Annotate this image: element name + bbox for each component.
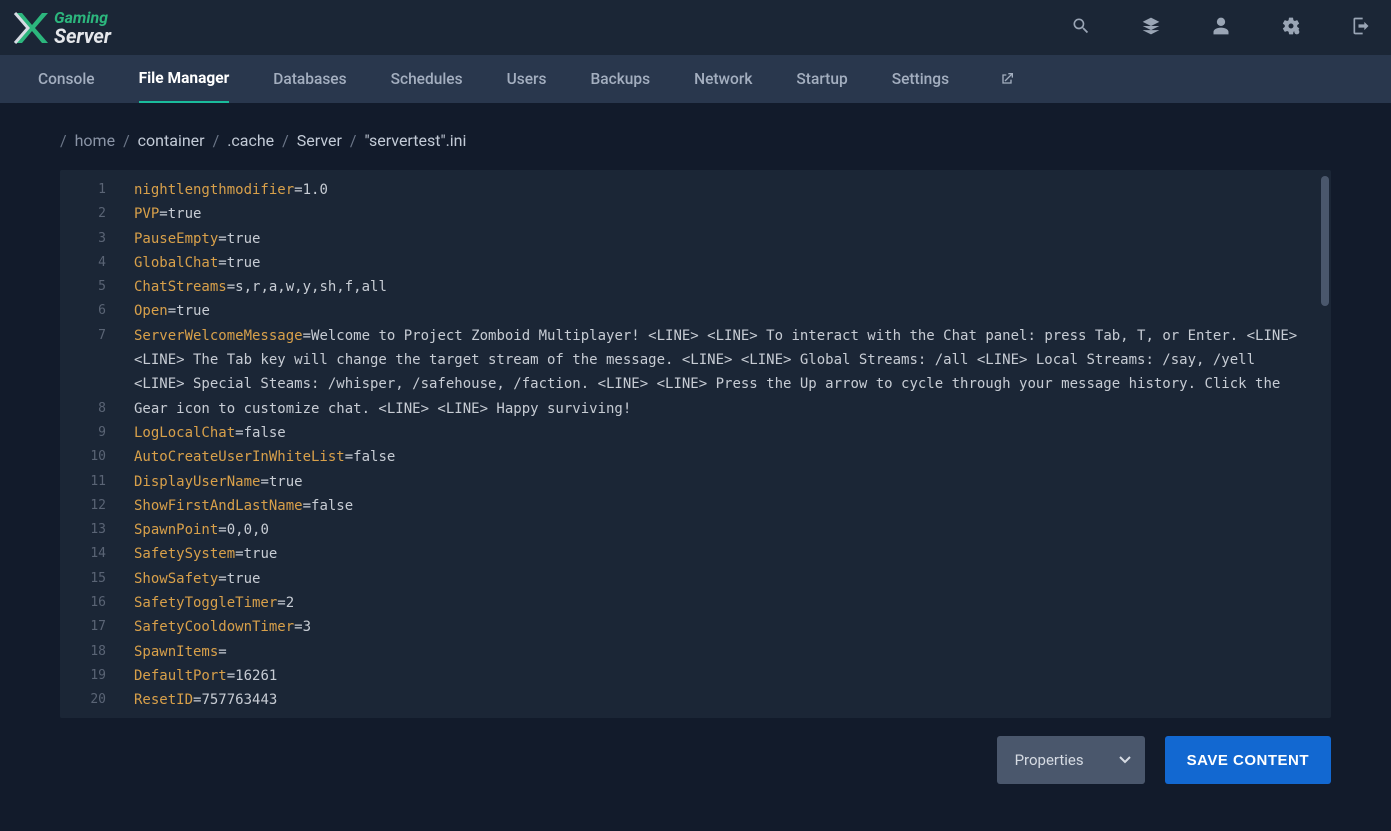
line-number: 2 <box>60 202 120 226</box>
topbar: Gaming Server <box>0 0 1391 55</box>
syntax-dropdown[interactable]: Properties <box>997 736 1145 784</box>
breadcrumb-seg-2[interactable]: .cache <box>227 131 274 150</box>
line-number: 1 <box>60 178 120 202</box>
code-line[interactable]: PVP=true <box>134 202 1331 226</box>
chevron-down-icon <box>1119 754 1131 766</box>
line-number: 5 <box>60 275 120 299</box>
line-number: 4 <box>60 251 120 275</box>
line-number: 16 <box>60 591 120 615</box>
breadcrumb-seg-1[interactable]: container <box>138 131 205 150</box>
code-line[interactable]: PauseEmpty=true <box>134 227 1331 251</box>
top-icon-bar <box>1071 16 1371 40</box>
nav-tab-backups[interactable]: Backups <box>590 55 650 103</box>
code-line[interactable]: DefaultPort=16261 <box>134 664 1331 688</box>
line-number: 7 <box>60 324 120 397</box>
line-gutter: 123456789101112131415161718192021 <box>60 170 120 718</box>
line-number: 13 <box>60 518 120 542</box>
nav-tab-file-manager[interactable]: File Manager <box>139 55 230 103</box>
brand-logo[interactable]: Gaming Server <box>10 8 111 48</box>
code-line[interactable]: SafetySystem=true <box>134 542 1331 566</box>
line-number: 18 <box>60 640 120 664</box>
user-icon[interactable] <box>1211 16 1231 40</box>
code-line[interactable]: ResetID=757763443 <box>134 688 1331 712</box>
code-line[interactable]: nightlengthmodifier=1.0 <box>134 178 1331 202</box>
nav-tab-databases[interactable]: Databases <box>273 55 346 103</box>
code-line[interactable]: SpawnPoint=0,0,0 <box>134 518 1331 542</box>
line-number: 14 <box>60 542 120 566</box>
code-line[interactable]: AutoCreateUserInWhiteList=false <box>134 445 1331 469</box>
code-line[interactable]: Open=true <box>134 299 1331 323</box>
scrollbar-thumb[interactable] <box>1321 176 1329 306</box>
code-line[interactable]: Mods= <box>134 713 1331 718</box>
logo-x-icon <box>10 8 50 48</box>
line-number: 15 <box>60 567 120 591</box>
nav-tab-users[interactable]: Users <box>507 55 547 103</box>
breadcrumb-sep: / <box>60 131 67 150</box>
line-number: 8 <box>60 397 120 421</box>
breadcrumb-seg-4: "servertest".ini <box>364 131 466 150</box>
subnav: Console File Manager Databases Schedules Use… <box>0 55 1391 103</box>
code-line[interactable]: LogLocalChat=false <box>134 421 1331 445</box>
nav-tab-startup[interactable]: Startup <box>796 55 847 103</box>
line-number: 17 <box>60 615 120 639</box>
line-number: 6 <box>60 299 120 323</box>
nav-tab-network[interactable]: Network <box>694 55 752 103</box>
code-editor[interactable]: 123456789101112131415161718192021 nightl… <box>60 170 1331 718</box>
code-line[interactable]: SafetyToggleTimer=2 <box>134 591 1331 615</box>
line-number: 19 <box>60 664 120 688</box>
line-number: 12 <box>60 494 120 518</box>
breadcrumb-seg-3[interactable]: Server <box>297 131 342 150</box>
nav-tab-console[interactable]: Console <box>38 55 95 103</box>
line-number: 3 <box>60 227 120 251</box>
nav-tab-schedules[interactable]: Schedules <box>391 55 463 103</box>
syntax-dropdown-label: Properties <box>1015 751 1084 769</box>
code-area[interactable]: nightlengthmodifier=1.0PVP=truePauseEmpt… <box>120 170 1331 718</box>
breadcrumb-sep: / <box>282 131 289 150</box>
line-number: 10 <box>60 445 120 469</box>
logo-line2: Server <box>54 26 111 46</box>
layers-icon[interactable] <box>1141 16 1161 40</box>
editor-footer: Properties SAVE CONTENT <box>60 718 1331 784</box>
breadcrumb: / home / container / .cache / Server / "servertes… <box>60 131 1331 150</box>
line-number: 20 <box>60 688 120 712</box>
breadcrumb-sep: / <box>213 131 220 150</box>
line-number: 9 <box>60 421 120 445</box>
breadcrumb-seg-0[interactable]: home <box>75 131 115 150</box>
search-icon[interactable] <box>1071 16 1091 40</box>
code-line[interactable]: ShowFirstAndLastName=false <box>134 494 1331 518</box>
breadcrumb-sep: / <box>350 131 357 150</box>
code-line[interactable]: ServerWelcomeMessage=Welcome to Project … <box>134 324 1331 421</box>
admin-settings-icon[interactable] <box>1281 16 1301 40</box>
breadcrumb-sep: / <box>123 131 130 150</box>
code-line[interactable]: ChatStreams=s,r,a,w,y,sh,f,all <box>134 275 1331 299</box>
nav-tab-settings[interactable]: Settings <box>892 55 949 103</box>
code-line[interactable]: ShowSafety=true <box>134 567 1331 591</box>
line-number: 21 <box>60 713 120 718</box>
code-line[interactable]: DisplayUserName=true <box>134 470 1331 494</box>
save-content-button[interactable]: SAVE CONTENT <box>1165 736 1331 784</box>
logout-icon[interactable] <box>1351 16 1371 40</box>
line-number: 11 <box>60 470 120 494</box>
code-line[interactable]: SpawnItems= <box>134 640 1331 664</box>
external-link-icon[interactable] <box>999 55 1015 103</box>
code-line[interactable]: GlobalChat=true <box>134 251 1331 275</box>
code-line[interactable]: SafetyCooldownTimer=3 <box>134 615 1331 639</box>
